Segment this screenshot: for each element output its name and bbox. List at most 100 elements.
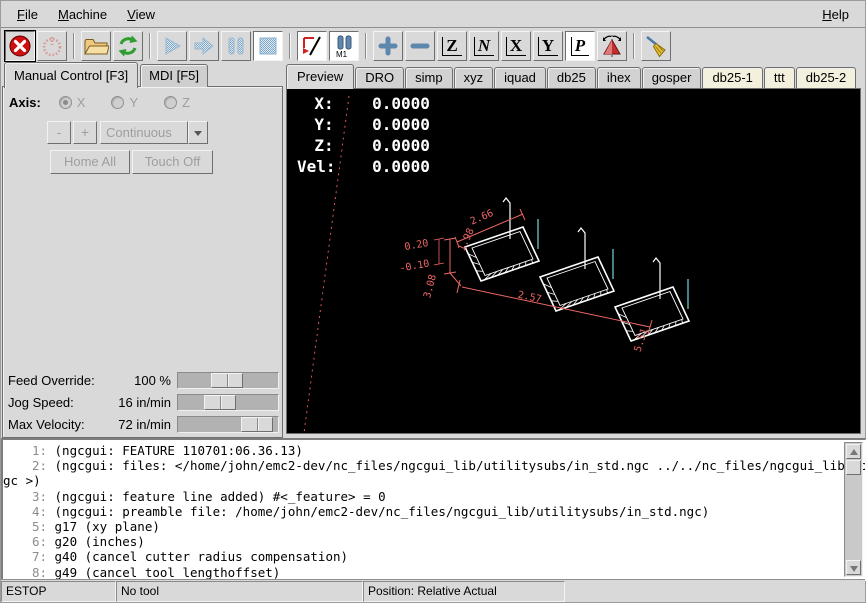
home-all-button[interactable]: Home All (50, 150, 130, 174)
jog-mode-dropdown-arrow-icon[interactable] (188, 121, 208, 144)
gcode-line: 4: (ngcgui: preamble file: /home/john/em… (3, 504, 865, 519)
step-button[interactable] (189, 31, 219, 61)
svg-text:M1: M1 (336, 50, 348, 58)
axis-option-y[interactable]: Y (111, 95, 138, 110)
slider-handle[interactable] (204, 395, 236, 410)
toolbar-separator (149, 33, 151, 59)
gcode-scrollbar[interactable] (844, 442, 863, 577)
axis-label: Axis: (9, 95, 41, 110)
menu-view[interactable]: View (117, 3, 165, 26)
side-view-x-button[interactable]: X (501, 31, 531, 61)
tab-dro[interactable]: DRO (355, 67, 404, 88)
open-file-button[interactable] (81, 31, 111, 61)
menu-machine[interactable]: Machine (48, 3, 117, 26)
gcode-line-number: 1: (3, 443, 47, 458)
slider-label: Jog Speed: (8, 395, 74, 410)
tab-ttt[interactable]: ttt (764, 67, 795, 88)
step-icon (193, 35, 215, 57)
axis-option-label: Z (182, 95, 190, 110)
dimension-label-z-bottom: -0.10 (399, 259, 431, 275)
gcode-line-text: g17 (xy plane) (47, 519, 160, 534)
zoom-in-button[interactable] (373, 31, 403, 61)
stop-button[interactable] (253, 31, 283, 61)
menu-file[interactable]: File (7, 3, 48, 26)
gcode-listing[interactable]: 1: (ngcgui: FEATURE 110701:06.36.13)2: (… (1, 438, 866, 581)
gcode-line: 8: g49 (cancel tool lengthoffset) (3, 565, 865, 580)
slider-handle[interactable] (241, 417, 273, 432)
estop-button[interactable] (5, 31, 35, 61)
optional-stop-m1-toggle[interactable]: M1 (329, 31, 359, 61)
estop-icon (8, 34, 32, 58)
menu-help[interactable]: Help (812, 3, 859, 26)
slider-trough[interactable] (177, 416, 279, 433)
clear-plot-button[interactable] (641, 31, 671, 61)
rotated-top-view-n-icon: N (474, 37, 494, 56)
tab-db25-2[interactable]: db25-2 (796, 67, 856, 88)
scroll-down-arrow[interactable] (846, 560, 861, 575)
dro-z: Z:0.0000 (297, 135, 430, 156)
perspective-view-p-button[interactable]: P (565, 31, 595, 61)
axis-selector: Axis: X Y Z (9, 95, 216, 110)
manual-control-page: Axis: X Y Z - + Continuous Home All Touch … (2, 86, 283, 438)
gcode-line: 5: g17 (xy plane) (3, 519, 865, 534)
run-button[interactable] (157, 31, 187, 61)
jog-plus-button[interactable]: + (73, 121, 97, 144)
dimension-label-z-top: 0.20 (404, 238, 430, 253)
preview-canvas[interactable]: 2.57 5.51 3.08 2.66 1.98 0.20 -0.10 X:0.… (286, 88, 861, 434)
axis-option-label: Y (129, 95, 138, 110)
scroll-thumb[interactable] (846, 460, 861, 475)
slider-value: 72 in/min (81, 417, 171, 432)
gcode-line: 1: (ngcgui: FEATURE 110701:06.36.13) (3, 443, 865, 458)
gcode-line-number: 6: (3, 534, 47, 549)
jog-minus-button[interactable]: - (47, 121, 71, 144)
skip-lines-toggle[interactable] (297, 31, 327, 61)
tab-gosper[interactable]: gosper (642, 67, 702, 88)
axis-option-z[interactable]: Z (164, 95, 190, 110)
jog-mode-select[interactable]: Continuous (100, 121, 188, 144)
dimension-label-x-run: 2.57 (517, 290, 543, 306)
dimension-label-x-total: 5.51 (633, 327, 651, 353)
right-tab-bar: PreviewDROsimpxyziquaddb25ihexgosperdb25… (286, 63, 862, 88)
slider-trough[interactable] (177, 394, 279, 411)
zoom-out-button[interactable] (405, 31, 435, 61)
dro-readout: X:0.0000 Y:0.0000 Z:0.0000 Vel:0.0000 (297, 93, 430, 177)
dimension-label-d2: 1.98 (457, 227, 477, 253)
tab-xyz[interactable]: xyz (454, 67, 494, 88)
left-tab-bar: Manual Control [F3]MDI [F5] (4, 63, 210, 87)
gcode-line: 3: (ngcgui: feature line added) #<_featu… (3, 489, 865, 504)
slider-handle[interactable] (211, 373, 243, 388)
clear-plot-broom-icon (644, 34, 668, 58)
rotate-view-button[interactable] (597, 31, 627, 61)
run-icon (161, 35, 183, 57)
tab-iquad[interactable]: iquad (494, 67, 546, 88)
pause-button[interactable] (221, 31, 251, 61)
side-view-x-icon: X (506, 37, 526, 56)
tab-db25[interactable]: db25 (547, 67, 596, 88)
axis-option-x[interactable]: X (59, 95, 86, 110)
top-view-z-button[interactable]: Z (437, 31, 467, 61)
tab-simp[interactable]: simp (405, 67, 452, 88)
tab-mdi-f5[interactable]: MDI [F5] (140, 64, 208, 87)
touch-off-button[interactable]: Touch Off (132, 150, 213, 174)
gcode-line: 7: g40 (cancel cutter radius compensatio… (3, 549, 865, 564)
rotated-top-view-n-button[interactable]: N (469, 31, 499, 61)
gcode-line: 2: (ngcgui: files: </home/john/emc2-dev/… (3, 458, 865, 473)
gcode-line-text: (ngcgui: FEATURE 110701:06.36.13) (47, 443, 303, 458)
slider-trough[interactable] (177, 372, 279, 389)
tab-manual-control-f3[interactable]: Manual Control [F3] (4, 62, 138, 88)
reload-file-button[interactable] (113, 31, 143, 61)
tab-ihex[interactable]: ihex (597, 67, 641, 88)
dimension-label-d1: 2.66 (469, 208, 495, 228)
menu-items: FileMachineView (7, 3, 165, 26)
reload-icon (116, 34, 140, 58)
dro-y: Y:0.0000 (297, 114, 430, 135)
radio-z-icon (164, 96, 177, 109)
scroll-up-arrow[interactable] (846, 444, 861, 459)
perspective-view-p-icon: P (571, 37, 589, 56)
toolpath-pocket-2 (540, 228, 614, 311)
front-view-y-button[interactable]: Y (533, 31, 563, 61)
tab-preview[interactable]: Preview (286, 64, 354, 89)
machine-power-button[interactable] (37, 31, 67, 61)
optional-stop-m1-icon: M1 (332, 34, 356, 58)
tab-db25-1[interactable]: db25-1 (702, 67, 762, 88)
